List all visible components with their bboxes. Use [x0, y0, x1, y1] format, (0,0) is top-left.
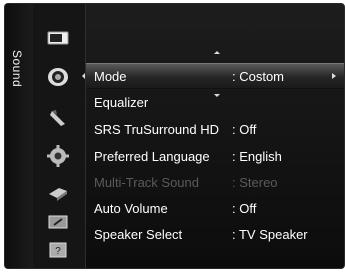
setup-icon[interactable]	[45, 145, 71, 167]
tv-screen: Sound ? Mode: Costom Equalizer SRS TruS…	[0, 0, 345, 272]
category-sidebar: Sound	[5, 4, 34, 268]
menu-item-value: : English	[232, 148, 282, 164]
menu-item-equalizer[interactable]: Equalizer	[86, 90, 344, 114]
support-icon[interactable]: ?	[45, 240, 71, 262]
menu-item-value: : Costom	[232, 68, 285, 84]
sound-icon[interactable]	[45, 66, 71, 88]
menu-item-label: Equalizer	[94, 94, 149, 110]
menu-item-label: Auto Volume	[94, 200, 168, 216]
menu-item-value: : Stereo	[232, 174, 278, 190]
support-icon-glyph: ?	[55, 246, 61, 257]
channel-icon[interactable]	[45, 107, 71, 129]
menu-item-label: Multi-Track Sound	[94, 174, 199, 190]
scroll-up-arrow	[214, 51, 220, 54]
menu-item-label: Mode	[94, 68, 127, 84]
menu-item-value: : Off	[232, 121, 257, 137]
menu-item-value: : Off	[232, 200, 257, 216]
menu-item-preferred-language[interactable]: Preferred Language : English	[86, 144, 344, 168]
menu-item-mode[interactable]: Mode : Costom	[82, 63, 344, 89]
menu-item-value: : TV Speaker	[232, 226, 308, 242]
menu-item-label: Preferred Language	[94, 148, 210, 164]
caret-right-icon	[332, 73, 336, 79]
input-icon[interactable]	[45, 182, 71, 204]
menu-item-multi-track-sound: Multi-Track Sound : Stereo	[86, 170, 344, 194]
category-icon-column: ?	[33, 4, 86, 268]
menu-item-label: Speaker Select	[94, 226, 183, 242]
caret-left-icon	[82, 73, 85, 79]
picture-icon[interactable]	[45, 27, 71, 49]
menu-item-label: SRS TruSurround HD	[94, 121, 219, 137]
menu-item-auto-volume[interactable]: Auto Volume : Off	[86, 196, 344, 220]
menu-item-srs-trusurround[interactable]: SRS TruSurround HD : Off	[86, 117, 344, 141]
category-label: Sound	[10, 50, 24, 88]
menu-item-speaker-select[interactable]: Speaker Select : TV Speaker	[86, 222, 344, 246]
application-icon[interactable]	[45, 211, 71, 233]
settings-menu: Sound ? Mode: Costom Equalizer SRS TruS…	[4, 3, 345, 269]
menu-list: Mode : Costom Equalizer SRS TruSurround …	[82, 4, 344, 268]
